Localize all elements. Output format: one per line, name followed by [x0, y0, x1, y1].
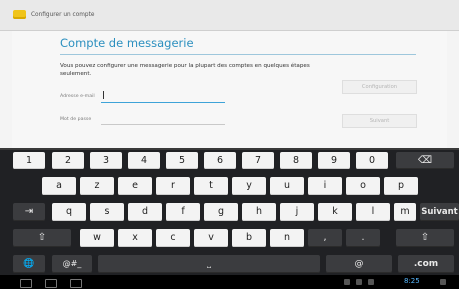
- symbols-key[interactable]: @#_: [52, 255, 92, 273]
- key-comma[interactable]: ,: [308, 229, 342, 247]
- key-n[interactable]: n: [270, 229, 304, 247]
- keyboard-status-icon: [356, 279, 362, 285]
- key-period[interactable]: .: [346, 229, 380, 247]
- key-k[interactable]: k: [318, 203, 352, 221]
- key-q[interactable]: q: [52, 203, 86, 221]
- key-m[interactable]: m: [394, 203, 416, 221]
- title-divider: [60, 54, 416, 55]
- key-o[interactable]: o: [346, 177, 380, 195]
- next-button[interactable]: Suivant: [342, 114, 417, 128]
- globe-key[interactable]: 🌐: [13, 255, 45, 273]
- key-2[interactable]: 2: [52, 152, 84, 169]
- home-icon[interactable]: [45, 279, 57, 288]
- manual-configuration-button[interactable]: Configuration: [342, 80, 417, 94]
- key-1[interactable]: 1: [13, 152, 45, 169]
- key-r[interactable]: r: [156, 177, 190, 195]
- key-8[interactable]: 8: [280, 152, 312, 169]
- key-6[interactable]: 6: [204, 152, 236, 169]
- key-5[interactable]: 5: [166, 152, 198, 169]
- password-label: Mot de passe: [60, 117, 92, 122]
- description-text: Vous pouvez configurer une messagerie po…: [60, 63, 310, 77]
- shift-right-key[interactable]: ⇧: [396, 229, 454, 247]
- key-l[interactable]: l: [356, 203, 390, 221]
- notification-icon: [344, 279, 350, 285]
- back-icon[interactable]: [20, 279, 32, 288]
- tab-key[interactable]: ⇥: [13, 203, 45, 221]
- key-p[interactable]: p: [384, 177, 418, 195]
- key-7[interactable]: 7: [242, 152, 274, 169]
- key-b[interactable]: b: [232, 229, 266, 247]
- system-navigation-bar: [0, 275, 459, 289]
- key-i[interactable]: i: [308, 177, 342, 195]
- enter-key[interactable]: Suivant: [420, 203, 459, 221]
- key-4[interactable]: 4: [128, 152, 160, 169]
- spacebar-key[interactable]: ⎵: [98, 255, 320, 273]
- app-title: Configurer un compte: [31, 12, 95, 18]
- dotcom-key[interactable]: .com: [398, 255, 454, 273]
- text-cursor: [103, 91, 104, 99]
- email-app-icon: [13, 10, 26, 19]
- email-label: Adresse e-mail: [60, 94, 95, 99]
- key-h[interactable]: h: [242, 203, 276, 221]
- backspace-key[interactable]: ⌫: [396, 152, 454, 169]
- at-key[interactable]: @: [326, 255, 392, 273]
- password-input[interactable]: [101, 114, 225, 125]
- recent-apps-icon[interactable]: [70, 279, 82, 288]
- key-f[interactable]: f: [166, 203, 200, 221]
- key-j[interactable]: j: [280, 203, 314, 221]
- key-d[interactable]: d: [128, 203, 162, 221]
- key-9[interactable]: 9: [318, 152, 350, 169]
- key-0[interactable]: 0: [356, 152, 388, 169]
- key-g[interactable]: g: [204, 203, 238, 221]
- key-t[interactable]: t: [194, 177, 228, 195]
- key-3[interactable]: 3: [90, 152, 122, 169]
- key-u[interactable]: u: [270, 177, 304, 195]
- key-y[interactable]: y: [232, 177, 266, 195]
- shift-left-key[interactable]: ⇧: [13, 229, 71, 247]
- key-c[interactable]: c: [156, 229, 190, 247]
- sdcard-icon: [368, 279, 374, 285]
- key-v[interactable]: v: [194, 229, 228, 247]
- clock: 8:25: [404, 277, 420, 285]
- page-title: Compte de messagerie: [60, 36, 194, 50]
- key-e[interactable]: e: [118, 177, 152, 195]
- app-bar: Configurer un compte: [0, 0, 459, 31]
- key-z[interactable]: z: [80, 177, 114, 195]
- key-s[interactable]: s: [90, 203, 124, 221]
- key-a[interactable]: a: [42, 177, 76, 195]
- email-input[interactable]: [101, 90, 225, 103]
- wifi-icon: [440, 279, 446, 285]
- key-w[interactable]: w: [80, 229, 114, 247]
- key-x[interactable]: x: [118, 229, 152, 247]
